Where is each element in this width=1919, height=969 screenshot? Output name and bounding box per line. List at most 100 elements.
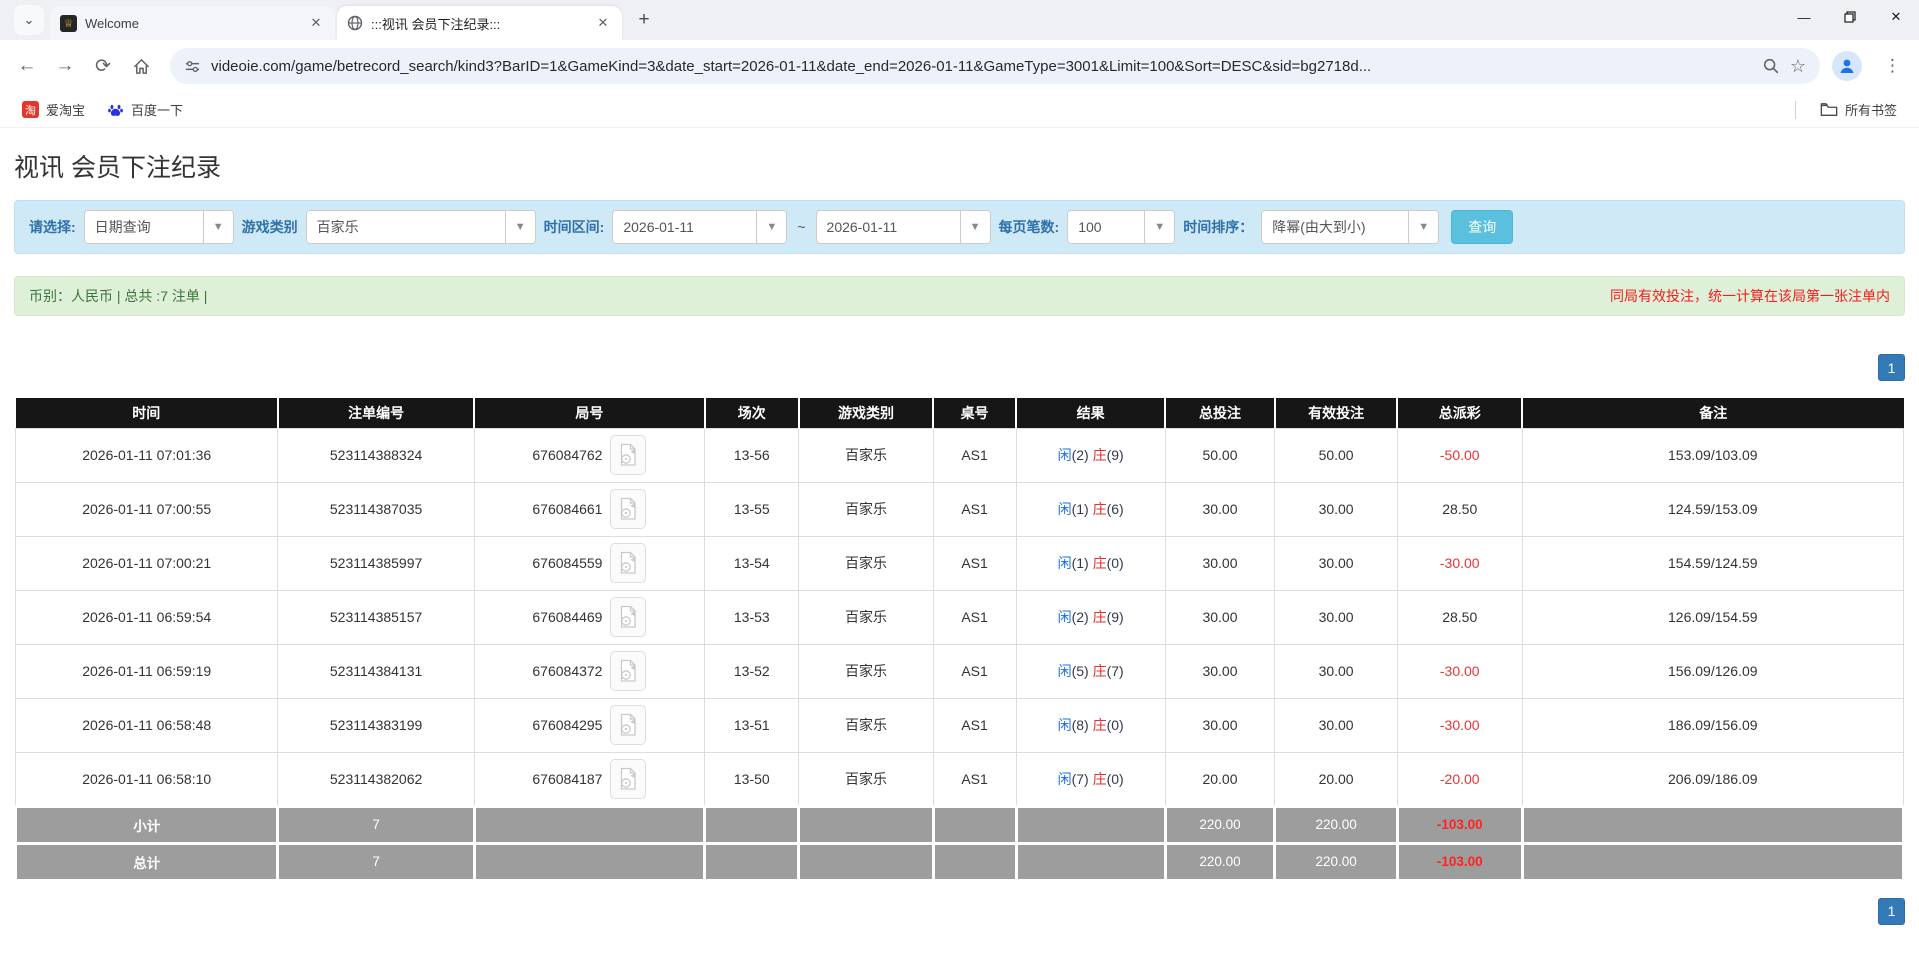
bookmark-star-icon[interactable]: ☆: [1790, 56, 1806, 77]
new-tab-button[interactable]: +: [630, 6, 658, 34]
cell-table-no: AS1: [932, 427, 1017, 483]
cell-result: 闲(1) 庄(6): [1015, 481, 1166, 537]
cell-session: 13-54: [704, 535, 800, 591]
chevron-down-icon[interactable]: ▼: [756, 211, 787, 243]
video-replay-button[interactable]: [610, 597, 647, 637]
cell-total-bet[interactable]: 50.00: [1164, 427, 1276, 483]
cell-session: 13-55: [704, 481, 800, 537]
film-icon: [621, 605, 637, 628]
cell-game: 百家乐: [798, 535, 934, 591]
table-row: 2026-01-11 07:01:36 523114388324 6760847…: [14, 427, 1905, 483]
video-replay-button[interactable]: [610, 543, 647, 583]
cell-remark: 124.59/153.09: [1521, 481, 1905, 537]
cell-total-bet[interactable]: 30.00: [1164, 697, 1276, 753]
video-replay-button[interactable]: [610, 651, 647, 691]
tab-welcome[interactable]: ♕ Welcome ✕: [50, 6, 335, 40]
cell-bet-id: 523114385157: [277, 589, 475, 645]
film-icon: [621, 497, 637, 520]
video-replay-button[interactable]: [610, 758, 647, 799]
cell-time: 2026-01-11 07:00:55: [14, 481, 279, 537]
cell-valid-bet: 20.00: [1274, 751, 1398, 807]
minimize-button[interactable]: —: [1781, 0, 1827, 34]
cell-total-bet[interactable]: 30.00: [1164, 535, 1276, 591]
per-page-select[interactable]: 100 ▼: [1067, 210, 1176, 244]
result-banker-label: 庄: [1092, 555, 1107, 571]
subtotal-count: 7: [276, 804, 476, 845]
cell-table-no: AS1: [932, 481, 1017, 537]
cell-bet-id: 523114383199: [277, 697, 475, 753]
all-bookmarks-button[interactable]: 所有书签: [1812, 96, 1905, 123]
cell-game: 百家乐: [798, 589, 934, 645]
close-window-button[interactable]: ✕: [1873, 0, 1919, 34]
page-number-button[interactable]: 1: [1878, 897, 1905, 925]
total-payout: -103.00: [1395, 841, 1524, 882]
cell-bet-id: 523114385997: [277, 535, 475, 591]
date-range-label: 时间区间:: [543, 219, 605, 235]
back-icon[interactable]: ←: [10, 49, 44, 83]
url-text: videoie.com/game/betrecord_search/kind3?…: [211, 57, 1372, 75]
date-start-select[interactable]: 2026-01-11 ▼: [612, 210, 788, 244]
time-sort-value: 降幂(由大到小): [1272, 219, 1366, 235]
cell-table-no: AS1: [932, 697, 1017, 753]
col-total-bet: 总投注: [1165, 398, 1276, 428]
result-banker-label: 庄: [1092, 717, 1107, 733]
chevron-down-icon[interactable]: ▼: [504, 211, 535, 243]
browser-menu-icon[interactable]: ⋮: [1876, 56, 1909, 76]
tab-close-icon[interactable]: ✕: [594, 14, 612, 32]
reload-icon[interactable]: ⟳: [86, 49, 120, 83]
film-icon: [621, 713, 637, 736]
search-button[interactable]: 查询: [1451, 210, 1514, 244]
tab-search-chevron-icon[interactable]: ⌄: [14, 5, 44, 35]
chevron-down-icon[interactable]: ▼: [1408, 211, 1439, 243]
round-number: 676084469: [532, 609, 603, 625]
result-player-label: 闲: [1057, 770, 1072, 787]
globe-icon: [347, 15, 363, 31]
tab-close-icon[interactable]: ✕: [307, 14, 325, 32]
cell-total-bet[interactable]: 30.00: [1164, 589, 1276, 645]
bookmarks-bar: 淘 爱淘宝 百度一下 所有书签: [0, 92, 1919, 128]
site-info-icon[interactable]: [184, 58, 201, 75]
address-bar[interactable]: videoie.com/game/betrecord_search/kind3?…: [170, 48, 1820, 84]
round-number: 676084661: [532, 501, 603, 517]
page-title: 视讯 会员下注纪录: [14, 154, 221, 182]
date-end-select[interactable]: 2026-01-11 ▼: [815, 210, 991, 244]
cell-remark: 126.09/154.59: [1521, 589, 1905, 645]
result-player-score: (1): [1071, 555, 1089, 571]
profile-avatar[interactable]: [1832, 51, 1862, 81]
video-replay-button[interactable]: [610, 705, 647, 745]
result-banker-label: 庄: [1092, 609, 1107, 625]
chevron-down-icon[interactable]: ▼: [959, 211, 990, 243]
cell-remark: 154.59/124.59: [1521, 535, 1905, 591]
chevron-down-icon[interactable]: ▼: [202, 211, 233, 243]
bookmark-taobao[interactable]: 淘 爱淘宝: [14, 96, 93, 123]
tab-betrecord[interactable]: :::视讯 会员下注纪录::: ✕: [337, 6, 622, 40]
cell-total-bet[interactable]: 30.00: [1164, 643, 1276, 699]
cell-total-bet[interactable]: 20.00: [1164, 751, 1276, 807]
cell-valid-bet: 30.00: [1274, 589, 1398, 645]
zoom-icon[interactable]: [1762, 57, 1780, 75]
forward-icon[interactable]: →: [48, 49, 82, 83]
cell-payout: -50.00: [1396, 427, 1523, 483]
restore-button[interactable]: [1827, 0, 1873, 34]
query-type-select[interactable]: 日期查询 ▼: [83, 210, 234, 244]
video-replay-button[interactable]: [610, 489, 647, 529]
page-number-button[interactable]: 1: [1878, 354, 1905, 381]
bookmark-baidu[interactable]: 百度一下: [99, 96, 191, 123]
cell-valid-bet: 50.00: [1274, 427, 1398, 483]
cell-payout: -30.00: [1396, 643, 1523, 699]
time-sort-select[interactable]: 降幂(由大到小) ▼: [1261, 210, 1440, 244]
cell-time: 2026-01-11 06:59:19: [14, 643, 279, 699]
home-icon[interactable]: [124, 49, 158, 83]
total-bet: 220.00: [1163, 841, 1277, 882]
col-game: 游戏类别: [798, 398, 935, 428]
chevron-down-icon[interactable]: ▼: [1144, 211, 1175, 243]
cell-result: 闲(8) 庄(0): [1015, 697, 1166, 753]
video-replay-button[interactable]: [610, 435, 647, 475]
cell-total-bet[interactable]: 30.00: [1164, 481, 1276, 537]
cell-round: 676084372: [473, 643, 706, 699]
cell-game: 百家乐: [798, 751, 934, 807]
film-icon: [621, 443, 637, 466]
result-banker-score: (0): [1106, 717, 1124, 733]
game-type-select[interactable]: 百家乐 ▼: [305, 210, 536, 244]
table-row: 2026-01-11 07:00:55 523114387035 6760846…: [14, 481, 1905, 537]
